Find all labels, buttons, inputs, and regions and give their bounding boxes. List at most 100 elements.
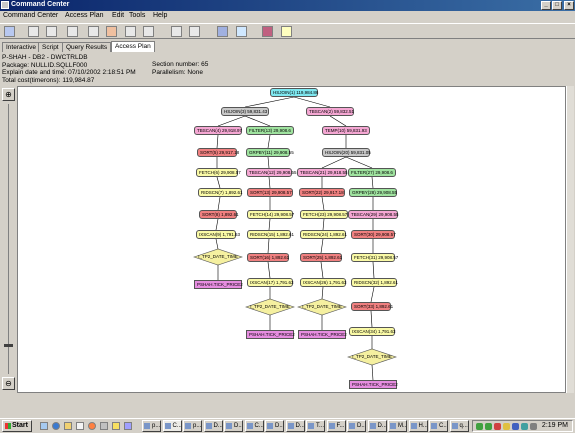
plan-node[interactable]: FETCH(23) 29,908.57 (300, 210, 348, 219)
tree-icon[interactable] (236, 26, 247, 37)
plan-node[interactable]: TBSCAN(21) 29,918.55 (297, 168, 348, 177)
taskbar-button[interactable]: D... (367, 420, 387, 432)
copy-icon[interactable] (125, 26, 136, 37)
plan-node[interactable]: RIDSCN(7) 1,892.61 (198, 188, 243, 197)
plan-node[interactable]: SORT(33) 1,892.61 (351, 302, 393, 311)
taskbar-button[interactable]: p... (142, 420, 161, 432)
plan-node[interactable]: FETCH(6) 29,908.57 (196, 168, 241, 177)
tab-script[interactable]: Script (38, 42, 63, 52)
plan-node[interactable]: FETCH(31) 29,908.57 (351, 253, 398, 262)
plan-node[interactable]: SORT(25) 1,892.61 (300, 253, 342, 262)
plan-node[interactable]: HSJOIN(3) 59,831.43 (221, 107, 269, 116)
plan-node[interactable]: TBSCAN(4) 29,918.97 (194, 126, 242, 135)
access-plan-graph[interactable]: HSJOIN(1) 119,984.86 HSJOIN(3) 59,831.43 T… (17, 86, 566, 393)
alert-icon[interactable] (503, 423, 510, 430)
taskbar-button[interactable]: D... (265, 420, 284, 432)
desktop-icon[interactable] (40, 422, 48, 430)
image-icon[interactable] (106, 26, 117, 37)
media-icon[interactable] (88, 422, 96, 430)
taskbar-button[interactable]: D... (347, 420, 366, 432)
plan-node[interactable]: RIDSCN(15) 1,892.61 (247, 230, 294, 239)
taskbar-button[interactable]: q... (449, 420, 469, 432)
plan-node[interactable]: TBSCAN(29) 29,908.55 (348, 210, 399, 219)
explorer-icon[interactable] (64, 422, 72, 430)
plan-node[interactable]: SORT(16) 1,892.61 (247, 253, 289, 262)
taskbar-button[interactable]: H... (408, 420, 428, 432)
menu-help[interactable]: Help (153, 12, 167, 19)
network-icon[interactable] (476, 423, 483, 430)
taskbar-button[interactable]: p... (183, 420, 202, 432)
plan-node[interactable]: SORT(5) 29,917.18 (197, 148, 239, 157)
connect-icon[interactable] (4, 26, 15, 37)
vertical-scrollbar[interactable] (566, 86, 574, 393)
db2-icon[interactable] (512, 423, 519, 430)
plan-node[interactable]: HSJOIN(1) 119,984.86 (270, 88, 318, 97)
taskbar-button[interactable]: F... (326, 420, 346, 432)
plan-node[interactable]: IXSCAN(17) 1,791.63 (247, 278, 294, 287)
start-button[interactable]: Start (2, 420, 32, 432)
plan-node[interactable]: IXSCAN(26) 1,791.63 (300, 278, 347, 287)
volume-icon[interactable] (530, 423, 537, 430)
tab-interactive[interactable]: Interactive (2, 42, 40, 52)
plan-node[interactable]: FETCH(14) 29,908.57 (247, 210, 294, 219)
plan-node[interactable]: TEMP(10) 59,831.93 (322, 126, 370, 135)
terminal-icon[interactable] (124, 422, 132, 430)
mail-icon[interactable] (76, 422, 84, 430)
zoom-slider-track[interactable] (8, 104, 9, 374)
menu-access-plan[interactable]: Access Plan (65, 12, 104, 19)
plan-node[interactable]: IXSCAN(34) 1,791.63 (349, 327, 396, 336)
plan-node[interactable]: FILTER(27) 29,908.6 (348, 168, 396, 177)
zoom-slider-thumb[interactable] (4, 344, 13, 347)
table-node[interactable]: PSHAH.TICK_PRICE2 (349, 380, 398, 389)
zoom-out-icon[interactable]: ⊖ (2, 377, 15, 390)
plan-node[interactable]: HSJOIN(20) 59,831.05 (322, 148, 371, 157)
table-icon[interactable] (171, 26, 182, 37)
save-icon[interactable] (67, 26, 78, 37)
tab-query-results[interactable]: Query Results (62, 42, 112, 52)
plan-node[interactable]: RIDSCN(24) 1,892.61 (300, 230, 347, 239)
menu-command-center[interactable]: Command Center (3, 12, 58, 19)
taskbar-button[interactable]: C... (429, 420, 448, 432)
menu-tools[interactable]: Tools (129, 12, 145, 19)
maximize-button[interactable]: □ (552, 1, 562, 10)
plan-node[interactable]: TBSCAN(2) 59,832.51 (306, 107, 354, 116)
menu-edit[interactable]: Edit (112, 12, 124, 19)
plan-node[interactable]: TBSCAN(12) 29,908.55 (246, 168, 297, 177)
sync-icon[interactable] (521, 423, 528, 430)
plan-node[interactable]: SORT(30) 29,908.57 (351, 230, 396, 239)
document-icon[interactable] (28, 26, 39, 37)
grid-icon[interactable] (217, 26, 228, 37)
taskbar-button[interactable]: D... (224, 420, 243, 432)
close-button[interactable]: × (564, 1, 574, 10)
antivirus-icon[interactable] (494, 423, 501, 430)
plan-node[interactable]: SORT(13) 29,908.57 (247, 188, 293, 197)
plan-node[interactable]: SORT(22) 29,917.18 (299, 188, 345, 197)
table-node[interactable]: PSHAH.TICK_PRICE2 (246, 330, 295, 339)
plan-node[interactable]: GRPBY(28) 29,908.55 (349, 188, 397, 197)
open-icon[interactable] (46, 26, 57, 37)
print-icon[interactable] (88, 26, 99, 37)
folder-icon[interactable] (112, 422, 120, 430)
tray-app-icon[interactable] (485, 423, 492, 430)
details-icon[interactable] (189, 26, 200, 37)
table-node[interactable]: PSHAH.TICK_PRICE2 (298, 330, 347, 339)
browser-icon[interactable] (52, 422, 60, 430)
stop-icon[interactable] (262, 26, 273, 37)
table-node[interactable]: PSHAH.TICK_PRICE2 (194, 280, 243, 289)
plan-node[interactable]: SORT(8) 1,892.61 (199, 210, 239, 219)
zoom-in-icon[interactable]: ⊕ (2, 88, 15, 101)
tab-access-plan[interactable]: Access Plan (111, 41, 155, 52)
minimize-button[interactable]: _ (541, 1, 551, 10)
taskbar-button[interactable]: M... (388, 420, 407, 432)
paste-icon[interactable] (143, 26, 154, 37)
plan-node[interactable]: IXSCAN(9) 1,791.63 (196, 230, 240, 239)
help-icon[interactable] (281, 26, 292, 37)
tool-icon[interactable] (100, 422, 108, 430)
plan-node[interactable]: FILTER(13) 29,908.6 (246, 126, 294, 135)
plan-node[interactable]: GRPBY(11) 29,908.55 (246, 148, 294, 157)
plan-node[interactable]: RIDSCN(32) 1,892.61 (351, 278, 398, 287)
taskbar-button[interactable]: D... (203, 420, 223, 432)
taskbar-button[interactable]: T... (306, 420, 325, 432)
taskbar-button[interactable]: C... (162, 420, 182, 432)
taskbar-button[interactable]: C... (244, 420, 264, 432)
